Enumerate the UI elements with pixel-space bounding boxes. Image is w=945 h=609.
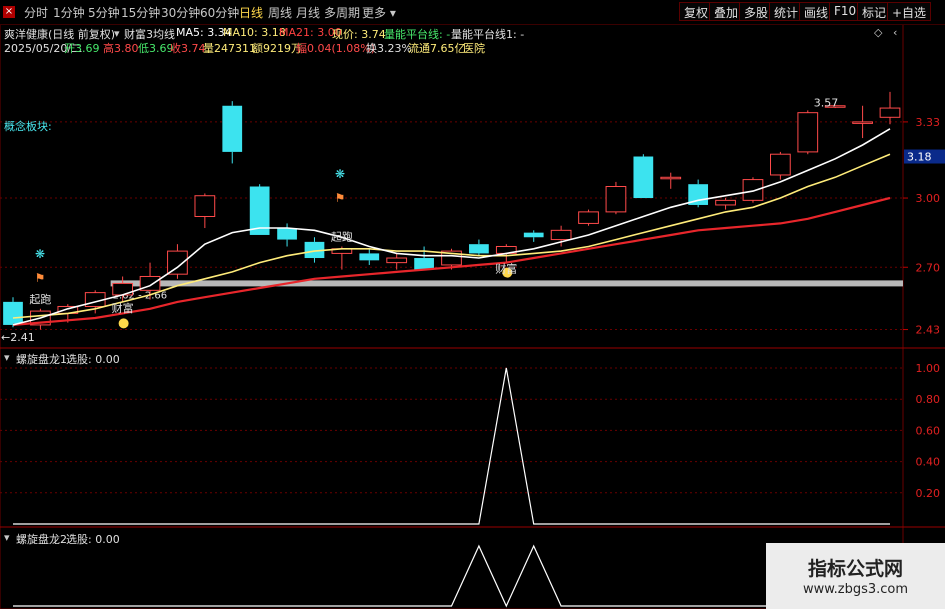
y-tick-label: 3.33 (916, 116, 941, 129)
low-value: 低3.69 (138, 42, 174, 55)
candle-body (852, 121, 873, 124)
y-tick-label: 2.70 (916, 261, 941, 274)
candle-body (222, 105, 243, 152)
subchart1-toggle-icon[interactable]: ▾ (4, 351, 10, 364)
chart-grid (0, 23, 945, 609)
runner-icon: ⚑ (335, 191, 346, 205)
wealth-marker-icon (118, 318, 129, 329)
overlay-button[interactable]: 叠加 (709, 2, 744, 21)
open-value: 开3.69 (64, 42, 100, 55)
settings-diamond-icon[interactable]: ◇ (874, 26, 882, 39)
candle-body (3, 301, 23, 325)
candle-body (633, 156, 654, 199)
candle-body (797, 112, 819, 153)
annotation-label: 起跑 (331, 229, 353, 243)
subchart1-tick-label: 0.80 (916, 393, 941, 406)
candle-body (386, 257, 408, 264)
sector-value: 医院 (463, 42, 485, 55)
candle-body (879, 107, 901, 118)
candle-body (469, 244, 489, 254)
high-value: 高3.80 (103, 42, 139, 55)
candle-body (414, 258, 434, 270)
watermark: 指标公式网 www.zbgs3.com (766, 543, 945, 609)
candle-body (167, 250, 188, 275)
subchart2-toggle-icon[interactable]: ▾ (4, 531, 10, 544)
amount-value: 额9219万 (252, 42, 302, 55)
candle-body (770, 153, 791, 176)
subchart1-tick-label: 0.40 (916, 456, 941, 469)
subchart-2 (13, 544, 890, 608)
close-value: 收3.74 (170, 42, 206, 55)
mark-button[interactable]: 标记 (857, 2, 892, 21)
subchart2-title: 螺旋盘龙2 (16, 533, 67, 546)
multi-stock-button[interactable]: 多股 (739, 2, 774, 21)
current-price-tag-label: 3.18 (907, 151, 932, 164)
candle-body (660, 176, 682, 180)
subchart1-tick-label: 0.60 (916, 424, 941, 437)
price-axis: 3.33 3.00 2.70 2.43 3.18 (903, 116, 945, 337)
indicator-toggle-icon[interactable]: ▾ (114, 27, 120, 40)
annotation-label: 财富 (112, 301, 134, 315)
more-menu[interactable]: 更多 ▾ (362, 4, 396, 21)
volume-platform-band: 2.62 - 2.66 (110, 280, 903, 301)
watermark-url: www.zbgs3.com (802, 582, 909, 597)
annotation-label: 财富 (495, 262, 517, 276)
subchart1-line (13, 367, 890, 525)
watermark-title: 指标公式网 (807, 558, 903, 580)
period-tab[interactable]: 多周期 (324, 4, 360, 21)
runner-icon: ⚑ (35, 271, 46, 285)
stats-button[interactable]: 统计 (769, 2, 804, 21)
ma10-value: MA10: 3.18 (223, 26, 286, 39)
period-tab[interactable]: 15分钟 (121, 4, 160, 21)
y-tick-label: 2.43 (916, 324, 941, 337)
period-tab[interactable]: 月线 (296, 4, 320, 21)
candle-body (605, 186, 627, 213)
candle-body (715, 199, 736, 206)
float-cap-value: 流通7.65亿 (408, 42, 466, 55)
butterfly-icon: ❋ (335, 167, 345, 181)
butterfly-icon: ❋ (35, 247, 45, 261)
period-tab[interactable]: 1分钟 (53, 4, 85, 21)
signal-annotations: 3.57←2.41财富财富起跑起跑❋⚑❋⚑ (1, 96, 838, 344)
candle-body (523, 232, 544, 238)
add-watchlist-button[interactable]: +自选 (887, 2, 932, 21)
period-toolbar: × 分时 1分钟 5分钟 15分钟 30分钟 60分钟 日线 周线 月线 多周期… (0, 0, 945, 25)
candle-body (194, 195, 216, 217)
subchart1-legend: 选股: 0.00 (66, 353, 120, 366)
annotation-label: 3.57 (814, 96, 839, 109)
chevron-left-icon[interactable]: ‹ (893, 26, 897, 39)
subchart1-tick-label: 1.00 (916, 362, 941, 375)
volume-value: 量247311 (203, 42, 256, 55)
candle-body (359, 253, 380, 261)
subchart1-tick-label: 0.20 (916, 487, 941, 500)
close-icon[interactable]: × (3, 6, 15, 18)
platform-band (110, 280, 903, 287)
period-tab-daily[interactable]: 日线 (239, 4, 263, 21)
moving-average-lines (12, 128, 891, 326)
concept-label: 概念板块: (4, 120, 52, 133)
candle-body (277, 228, 297, 240)
annotation-label: 起跑 (29, 292, 51, 306)
period-tab[interactable]: 5分钟 (88, 4, 120, 21)
subchart2-line (13, 544, 890, 608)
subchart-1: 1.00 0.80 0.60 0.40 0.20 (0, 362, 941, 525)
candle-body (550, 229, 572, 241)
plot-border (0, 23, 904, 609)
subchart1-title: 螺旋盘龙1 (16, 353, 67, 366)
y-tick-label: 3.00 (916, 192, 941, 205)
candle-body (742, 179, 764, 201)
subchart2-legend: 选股: 0.00 (66, 533, 120, 546)
chart-canvas[interactable]: 2.62 - 2.66 3.57←2.41财富财富起跑起跑❋⚑❋⚑ 3.333.… (0, 0, 945, 609)
change-value: 幅0.04(1.08%) (296, 42, 376, 55)
adjust-button[interactable]: 复权 (679, 2, 714, 21)
turnover-value: 换3.23% (366, 42, 412, 55)
period-tab[interactable]: 60分钟 (200, 4, 239, 21)
draw-line-button[interactable]: 画线 (799, 2, 834, 21)
annotation-label: ←2.41 (1, 331, 35, 344)
period-tab[interactable]: 分时 (24, 4, 48, 21)
period-tab[interactable]: 周线 (268, 4, 292, 21)
candle-body (578, 211, 599, 224)
period-tab[interactable]: 30分钟 (161, 4, 200, 21)
